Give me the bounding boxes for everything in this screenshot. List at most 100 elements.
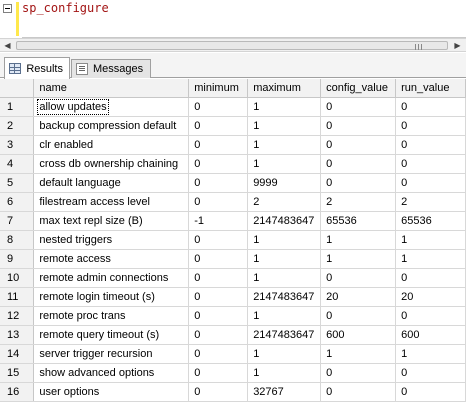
scroll-right-icon[interactable]: ▶ xyxy=(452,40,463,51)
cell-config-value[interactable]: 600 xyxy=(320,325,397,345)
table-row[interactable]: 13 remote query timeout (s) 0 2147483647 600… xyxy=(0,325,466,345)
table-row[interactable]: 1 allow updates 0 1 0 0 xyxy=(0,97,466,117)
cell-maximum[interactable]: 2147483647 xyxy=(247,211,322,231)
cell-maximum[interactable]: 1 xyxy=(247,306,322,326)
cell-minimum[interactable]: 0 xyxy=(188,192,249,212)
row-number[interactable]: 3 xyxy=(0,135,35,155)
cell-name[interactable]: cross db ownership chaining xyxy=(33,154,190,174)
cell-maximum[interactable]: 1 xyxy=(247,249,322,269)
scroll-left-icon[interactable]: ◀ xyxy=(2,40,13,51)
cell-minimum[interactable]: 0 xyxy=(188,363,249,383)
cell-run-value[interactable]: 2 xyxy=(395,192,466,212)
column-header-minimum[interactable]: minimum xyxy=(188,79,249,98)
cell-name[interactable]: remote proc trans xyxy=(33,306,190,326)
cell-minimum[interactable]: 0 xyxy=(188,268,249,288)
cell-maximum[interactable]: 2147483647 xyxy=(247,287,322,307)
table-row[interactable]: 10 remote admin connections 0 1 0 0 xyxy=(0,268,466,288)
cell-name[interactable]: remote query timeout (s) xyxy=(33,325,190,345)
tab-messages[interactable]: Messages xyxy=(71,59,151,78)
cell-name[interactable]: nested triggers xyxy=(33,230,190,250)
cell-run-value[interactable]: 1 xyxy=(395,344,466,364)
cell-run-value[interactable]: 600 xyxy=(395,325,466,345)
column-header-maximum[interactable]: maximum xyxy=(247,79,322,98)
cell-minimum[interactable]: 0 xyxy=(188,306,249,326)
results-grid[interactable]: name minimum maximum config_value run_va… xyxy=(0,79,466,412)
tab-results[interactable]: Results xyxy=(4,57,70,79)
column-header-config-value[interactable]: config_value xyxy=(320,79,397,98)
cell-maximum[interactable]: 1 xyxy=(247,116,322,136)
cell-minimum[interactable]: 0 xyxy=(188,173,249,193)
editor-horizontal-scrollbar[interactable]: ◀ ▶ xyxy=(0,38,466,52)
cell-minimum[interactable]: 0 xyxy=(188,116,249,136)
table-row[interactable]: 16 user options 0 32767 0 0 xyxy=(0,382,466,402)
row-number[interactable]: 12 xyxy=(0,306,35,326)
cell-name[interactable]: show advanced options xyxy=(33,363,190,383)
row-number[interactable]: 10 xyxy=(0,268,35,288)
cell-name[interactable]: remote admin connections xyxy=(33,268,190,288)
cell-name[interactable]: max text repl size (B) xyxy=(33,211,190,231)
cell-maximum[interactable]: 9999 xyxy=(247,173,322,193)
row-number[interactable]: 16 xyxy=(0,382,35,402)
cell-config-value[interactable]: 0 xyxy=(320,97,397,117)
grid-corner[interactable] xyxy=(0,79,35,98)
cell-minimum[interactable]: 0 xyxy=(188,97,249,117)
cell-maximum[interactable]: 1 xyxy=(247,154,322,174)
row-number[interactable]: 13 xyxy=(0,325,35,345)
cell-run-value[interactable]: 0 xyxy=(395,97,466,117)
row-number[interactable]: 15 xyxy=(0,363,35,383)
row-number[interactable]: 11 xyxy=(0,287,35,307)
column-header-name[interactable]: name xyxy=(33,79,190,98)
cell-name[interactable]: clr enabled xyxy=(33,135,190,155)
query-editor[interactable]: sp_configure xyxy=(0,0,466,38)
cell-minimum[interactable]: -1 xyxy=(188,211,249,231)
cell-maximum[interactable]: 1 xyxy=(247,268,322,288)
table-row[interactable]: 9 remote access 0 1 1 1 xyxy=(0,249,466,269)
cell-maximum[interactable]: 32767 xyxy=(247,382,322,402)
collapse-toggle-icon[interactable] xyxy=(3,4,12,13)
query-text[interactable]: sp_configure xyxy=(22,1,109,15)
row-number[interactable]: 4 xyxy=(0,154,35,174)
cell-config-value[interactable]: 0 xyxy=(320,154,397,174)
row-number[interactable]: 2 xyxy=(0,116,35,136)
cell-maximum[interactable]: 1 xyxy=(247,344,322,364)
table-row[interactable]: 12 remote proc trans 0 1 0 0 xyxy=(0,306,466,326)
cell-config-value[interactable]: 0 xyxy=(320,268,397,288)
cell-name[interactable]: filestream access level xyxy=(33,192,190,212)
cell-minimum[interactable]: 0 xyxy=(188,287,249,307)
table-row[interactable]: 6 filestream access level 0 2 2 2 xyxy=(0,192,466,212)
cell-config-value[interactable]: 0 xyxy=(320,173,397,193)
cell-run-value[interactable]: 0 xyxy=(395,382,466,402)
cell-run-value[interactable]: 0 xyxy=(395,268,466,288)
row-number[interactable]: 7 xyxy=(0,211,35,231)
table-row[interactable]: 3 clr enabled 0 1 0 0 xyxy=(0,135,466,155)
cell-minimum[interactable]: 0 xyxy=(188,249,249,269)
table-row[interactable]: 7 max text repl size (B) -1 2147483647 65536… xyxy=(0,211,466,231)
cell-name[interactable]: remote login timeout (s) xyxy=(33,287,190,307)
cell-run-value[interactable]: 20 xyxy=(395,287,466,307)
table-row[interactable]: 11 remote login timeout (s) 0 2147483647 20 2… xyxy=(0,287,466,307)
cell-name[interactable]: user options xyxy=(33,382,190,402)
cell-minimum[interactable]: 0 xyxy=(188,325,249,345)
table-row[interactable]: 15 show advanced options 0 1 0 0 xyxy=(0,363,466,383)
row-number[interactable]: 8 xyxy=(0,230,35,250)
cell-config-value[interactable]: 0 xyxy=(320,363,397,383)
table-row[interactable]: 5 default language 0 9999 0 0 xyxy=(0,173,466,193)
column-header-run-value[interactable]: run_value xyxy=(395,79,466,98)
cell-config-value[interactable]: 0 xyxy=(320,382,397,402)
row-number[interactable]: 5 xyxy=(0,173,35,193)
cell-minimum[interactable]: 0 xyxy=(188,135,249,155)
cell-run-value[interactable]: 0 xyxy=(395,363,466,383)
row-number[interactable]: 1 xyxy=(0,97,35,117)
cell-config-value[interactable]: 0 xyxy=(320,116,397,136)
cell-maximum[interactable]: 2 xyxy=(247,192,322,212)
cell-config-value[interactable]: 65536 xyxy=(320,211,397,231)
cell-maximum[interactable]: 2147483647 xyxy=(247,325,322,345)
cell-run-value[interactable]: 0 xyxy=(395,135,466,155)
cell-config-value[interactable]: 1 xyxy=(320,249,397,269)
table-row[interactable]: 8 nested triggers 0 1 1 1 xyxy=(0,230,466,250)
scrollbar-thumb[interactable] xyxy=(16,41,448,50)
cell-maximum[interactable]: 1 xyxy=(247,135,322,155)
cell-config-value[interactable]: 0 xyxy=(320,135,397,155)
cell-name[interactable]: backup compression default xyxy=(33,116,190,136)
cell-run-value[interactable]: 65536 xyxy=(395,211,466,231)
